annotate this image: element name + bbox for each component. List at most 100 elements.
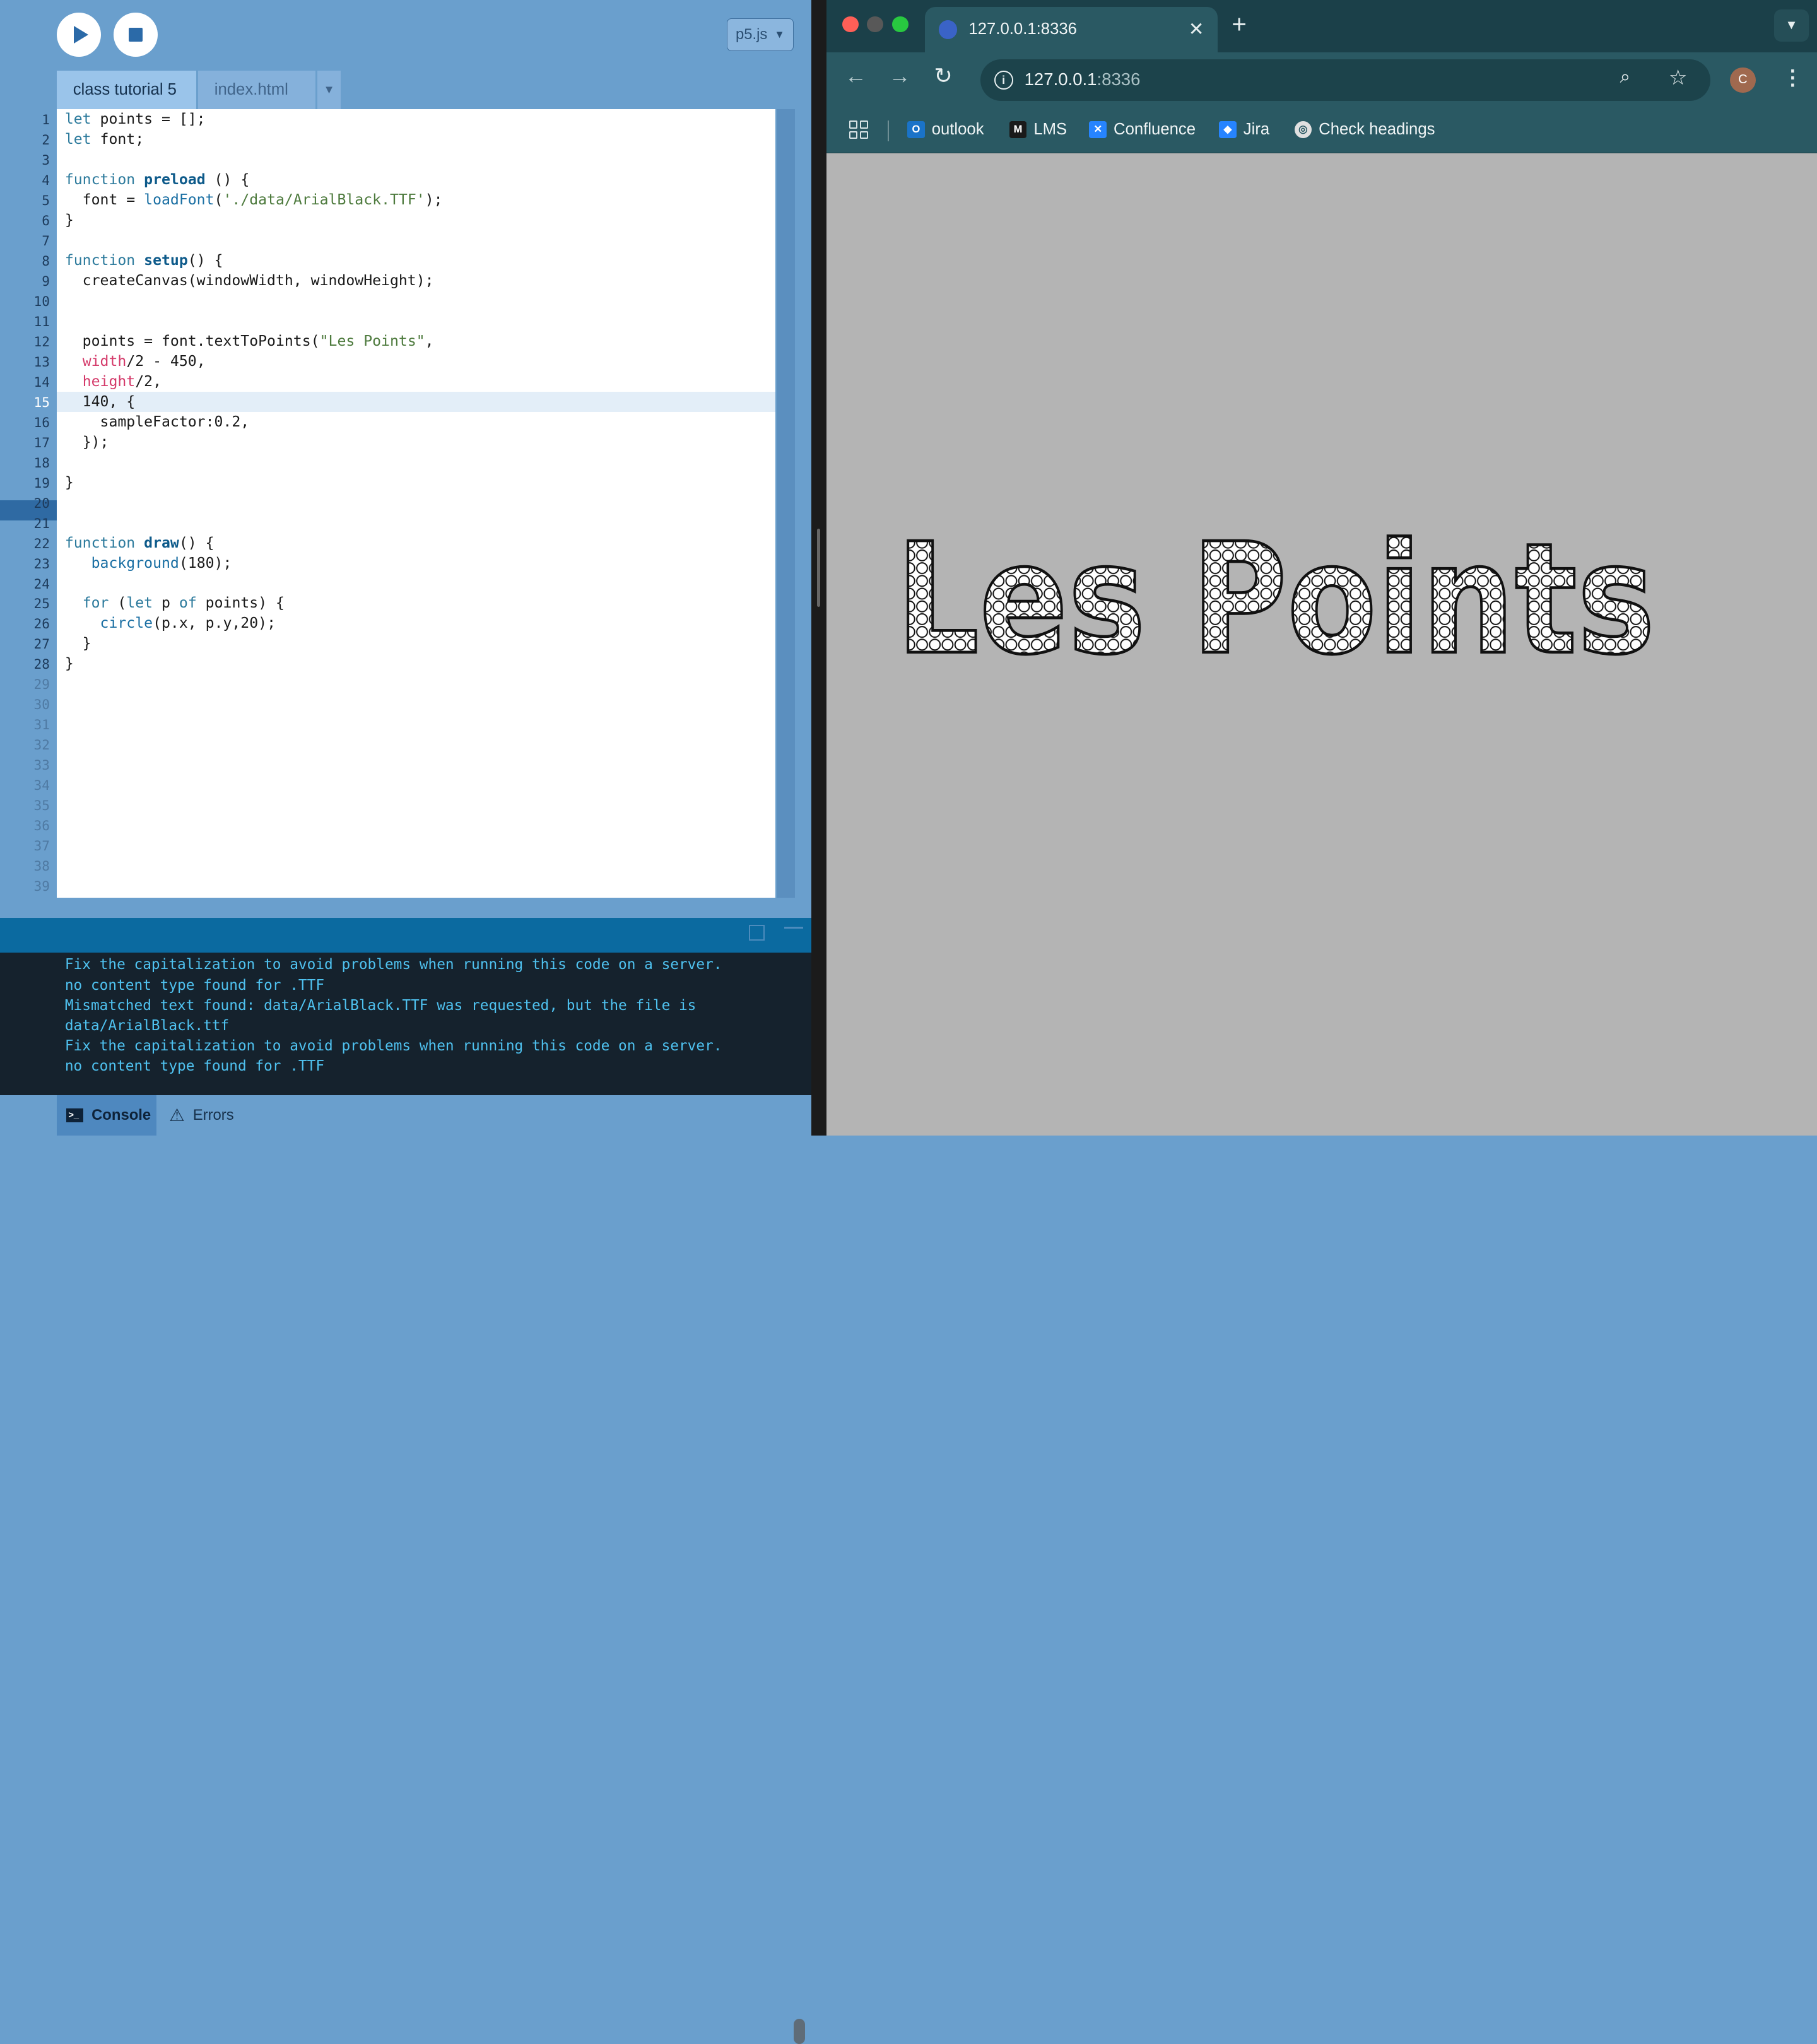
line-number: 35: [33, 797, 50, 814]
caret-down-icon: ▼: [774, 28, 785, 41]
url-host: 127.0.0.1: [1024, 69, 1097, 90]
bookmark-lms[interactable]: M LMS: [1009, 120, 1067, 139]
tab-overflow-button[interactable]: ▼: [317, 71, 341, 109]
line-number: 29: [33, 676, 50, 693]
bookmark-label: Check headings: [1319, 120, 1435, 138]
play-icon: [74, 26, 88, 44]
back-button[interactable]: ←: [845, 64, 867, 89]
code-line: background(180);: [91, 555, 232, 572]
tab-favicon-icon: [938, 20, 958, 39]
line-number: 13: [33, 353, 50, 370]
console-message: Fix the capitalization to avoid problems…: [64, 956, 722, 973]
more-menu-icon[interactable]: ⋮: [1782, 65, 1803, 90]
console-message: no content type found for .TTF: [64, 977, 325, 994]
reload-button[interactable]: ↻: [934, 64, 952, 89]
collapse-console-icon[interactable]: [784, 927, 803, 941]
jira-icon: ◆: [1219, 120, 1237, 139]
line-number: 8: [42, 253, 50, 269]
line-number: 33: [33, 757, 50, 773]
code-line: font = loadFont('./data/ArialBlack.TTF')…: [64, 192, 443, 209]
line-number: 10: [33, 293, 50, 310]
code-line: width/2 - 450,: [82, 353, 206, 370]
bookmark-check-headings[interactable]: ◎ Check headings: [1294, 120, 1435, 139]
code-line: circle(p.x, p.y,20);: [100, 615, 276, 632]
site-info-icon[interactable]: i: [994, 71, 1013, 90]
line-number: 24: [33, 575, 50, 592]
new-tab-button[interactable]: +: [1232, 11, 1247, 37]
bookmarks-separator: [887, 120, 889, 142]
console-message: no content type found for .TTF: [64, 1058, 325, 1075]
browser-window: 127.0.0.1:8336 ✕ + ▼ ← → ↻ i 127.0.0.1:8…: [826, 0, 1817, 1136]
line-number: 39: [33, 878, 50, 894]
line-number: 36: [33, 818, 50, 834]
apps-grid-icon[interactable]: [849, 120, 868, 139]
code-line: points = font.textToPoints("Les Points",: [64, 333, 434, 350]
tab-index-html[interactable]: index.html: [198, 71, 315, 109]
line-number: 3: [42, 152, 50, 168]
code-editor[interactable]: let points = []; let font; function preloa…: [56, 109, 775, 898]
bookmark-label: Jira: [1243, 120, 1270, 138]
code-line: }: [64, 655, 74, 673]
line-number: 16: [33, 414, 50, 430]
browser-tab[interactable]: 127.0.0.1:8336 ✕: [924, 7, 1218, 52]
stop-icon: [128, 28, 143, 42]
zoom-icon[interactable]: ⌕: [1620, 66, 1630, 88]
bookmark-confluence[interactable]: ✕ Confluence: [1089, 120, 1196, 139]
window-maximize-button[interactable]: [892, 16, 908, 33]
address-bar[interactable]: i 127.0.0.1:8336 ⌕ ☆: [980, 59, 1710, 101]
line-number: 22: [33, 535, 50, 551]
console-message: data/ArialBlack.ttf: [64, 1017, 230, 1034]
console-output: Fix the capitalization to avoid problems…: [0, 952, 811, 2044]
line-number: 34: [33, 777, 50, 794]
close-tab-icon[interactable]: ✕: [1189, 18, 1204, 40]
tab-errors[interactable]: ⚠ Errors: [169, 1095, 234, 1136]
line-number: 17: [33, 434, 50, 450]
lms-icon: M: [1009, 120, 1027, 139]
forward-button[interactable]: →: [889, 64, 911, 89]
browser-tab-title: 127.0.0.1:8336: [968, 20, 1077, 38]
window-minimize-button[interactable]: [866, 16, 883, 33]
line-number: 11: [33, 314, 50, 330]
globe-icon: ◎: [1294, 120, 1312, 139]
split-resize-handle[interactable]: [816, 528, 821, 608]
tab-sketch[interactable]: class tutorial 5: [56, 71, 199, 109]
code-line: }: [64, 474, 74, 491]
bookmark-jira[interactable]: ◆ Jira: [1219, 120, 1269, 139]
line-number: 20: [33, 495, 50, 511]
console-scrollbar[interactable]: [794, 2018, 806, 2044]
line-number: 15: [33, 394, 50, 410]
line-number: 9: [42, 273, 50, 290]
tab-errors-label: Errors: [192, 1106, 234, 1124]
code-line: for (let p of points) {: [82, 595, 285, 612]
url-port: :8336: [1097, 69, 1141, 90]
line-number: 18: [33, 454, 50, 471]
sketch-canvas[interactable]: Les Points: [826, 154, 1817, 1136]
terminal-icon: >_: [66, 1108, 84, 1122]
bookmark-star-icon[interactable]: ☆: [1669, 65, 1688, 90]
line-number: 25: [33, 596, 50, 612]
mode-select[interactable]: p5.js ▼: [726, 18, 794, 51]
bookmark-outlook[interactable]: Ooutlook: [907, 120, 984, 139]
line-number: 6: [42, 213, 50, 229]
current-line-highlight: [56, 391, 775, 412]
play-button[interactable]: [56, 13, 101, 57]
caret-down-icon: ▼: [323, 83, 335, 97]
profile-avatar[interactable]: C: [1730, 67, 1756, 93]
expand-console-icon[interactable]: [748, 924, 765, 941]
stop-button[interactable]: [113, 13, 158, 57]
browser-toolbar: ← → ↻ i 127.0.0.1:8336 ⌕ ☆ C ⋮: [826, 52, 1817, 107]
tab-console[interactable]: >_ Console: [56, 1095, 156, 1136]
line-number: 23: [33, 555, 50, 572]
line-number: 5: [42, 192, 50, 209]
mode-select-label: p5.js: [735, 26, 768, 44]
line-number: 21: [33, 515, 50, 531]
code-line: }: [64, 635, 91, 652]
window-close-button[interactable]: [842, 16, 859, 33]
editor-scrollbar[interactable]: [776, 109, 795, 898]
tab-search-button[interactable]: ▼: [1773, 9, 1809, 42]
tab-console-label: Console: [91, 1106, 151, 1124]
line-number: 7: [42, 233, 50, 249]
code-line: function draw() {: [64, 534, 215, 551]
code-line: function setup() {: [64, 252, 223, 269]
confluence-icon: ✕: [1089, 120, 1107, 139]
